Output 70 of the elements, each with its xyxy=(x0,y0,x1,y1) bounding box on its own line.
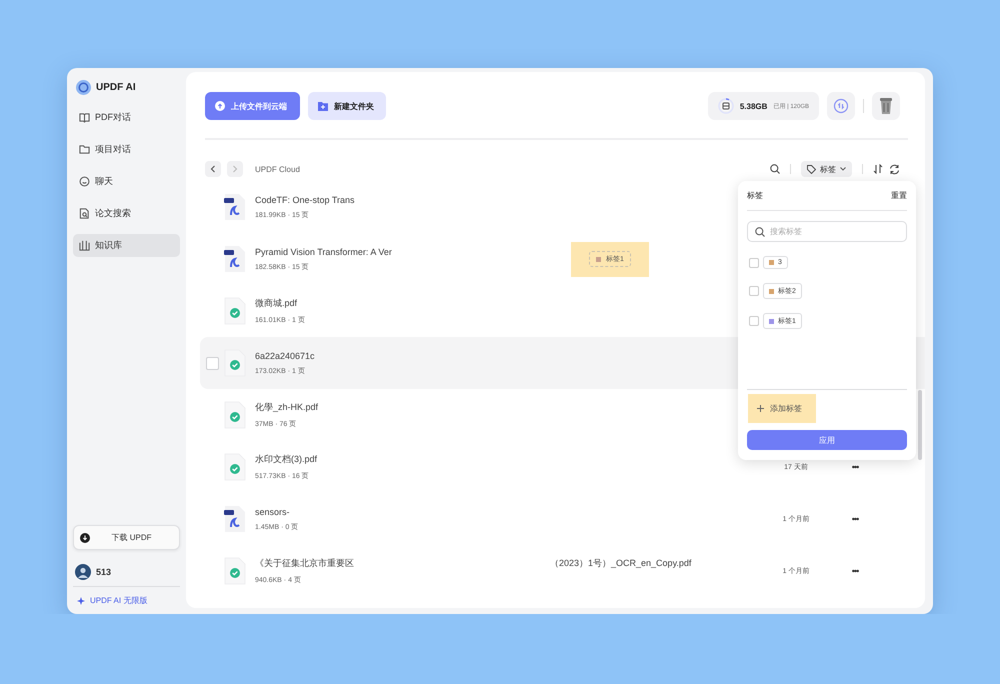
sidebar-item[interactable]: 论文搜索 xyxy=(73,202,180,225)
download-icon xyxy=(80,532,90,542)
forward-button[interactable] xyxy=(227,161,243,177)
sidebar-item[interactable]: 项目对话 xyxy=(73,138,180,161)
tag-filter-dropdown[interactable]: 标签 xyxy=(801,161,852,177)
file-name: 《关于征集北京市重要区 xyxy=(255,557,354,570)
chevron-right-icon xyxy=(232,165,238,173)
plus-icon xyxy=(757,405,764,412)
document-search-icon xyxy=(79,208,90,219)
logo-icon xyxy=(76,80,91,95)
checkbox[interactable] xyxy=(749,258,759,268)
app-logo-text: UPDF AI xyxy=(96,82,136,93)
trash-can-icon xyxy=(879,97,893,115)
refresh-icon[interactable] xyxy=(889,164,900,174)
tag-icon xyxy=(807,164,816,174)
more-button[interactable]: ••• xyxy=(852,462,858,472)
file-name: 水印文档(3).pdf xyxy=(255,453,318,466)
file-name: 化學_zh-HK.pdf xyxy=(255,401,318,414)
sync-button[interactable] xyxy=(827,92,855,120)
sidebar-item[interactable]: 聊天 xyxy=(73,170,180,193)
file-done-icon xyxy=(224,453,246,481)
file-name: （2023）1号）_OCR_en_Copy.pdf xyxy=(550,557,692,570)
chat-icon xyxy=(79,176,90,187)
file-done-icon xyxy=(224,557,246,585)
pdf-file-icon xyxy=(224,193,246,221)
sort-icon[interactable] xyxy=(873,164,883,174)
search-icon xyxy=(755,227,765,237)
file-name: sensors- xyxy=(255,506,290,516)
pdf-file-icon xyxy=(224,505,246,533)
sidebar-item[interactable]: 知识库 xyxy=(73,234,180,257)
library-icon xyxy=(79,240,90,251)
download-button[interactable]: 下载 UPDF xyxy=(73,525,180,550)
avatar[interactable] xyxy=(75,564,91,580)
folder-icon xyxy=(79,144,90,155)
folder-plus-icon xyxy=(318,102,328,110)
plan-link[interactable]: UPDF AI 无限版 xyxy=(73,595,180,606)
search-icon[interactable] xyxy=(770,164,780,174)
checkbox[interactable] xyxy=(206,356,219,370)
user-name: 513 xyxy=(96,567,112,577)
file-name: 6a22a240671c xyxy=(255,350,315,360)
trash-button[interactable] xyxy=(872,92,900,120)
search-field[interactable]: 搜索标签 xyxy=(747,221,907,242)
more-button[interactable]: ••• xyxy=(852,566,858,576)
chevron-left-icon xyxy=(210,165,216,173)
new-folder-button[interactable]: 新建文件夹 xyxy=(308,92,386,120)
sparkle-icon xyxy=(77,596,85,604)
caret-icon xyxy=(840,167,846,171)
book-chat-icon xyxy=(79,112,90,123)
file-done-icon xyxy=(224,401,246,429)
pdf-file-icon xyxy=(224,245,246,273)
sidebar-item[interactable]: PDF对话 xyxy=(73,106,180,129)
sync-icon xyxy=(833,98,849,114)
apply-button[interactable]: 应用 xyxy=(747,430,907,450)
upload-button[interactable]: 上传文件到云端 xyxy=(205,92,300,120)
upload-icon xyxy=(215,101,225,111)
breadcrumb-link[interactable]: UPDF Cloud xyxy=(255,164,300,174)
back-button[interactable] xyxy=(205,161,221,177)
storage-ring-icon xyxy=(718,98,734,114)
add-tag-button[interactable]: 添加标签 xyxy=(748,394,816,423)
scrollbar-thumb[interactable] xyxy=(918,390,922,460)
file-done-icon xyxy=(224,349,246,377)
file-name: 微商城.pdf xyxy=(255,297,298,310)
more-button[interactable]: ••• xyxy=(852,514,858,524)
reset-link[interactable]: 重置 xyxy=(891,190,907,201)
file-done-icon xyxy=(224,297,246,325)
popup-title: 标签 xyxy=(747,190,763,201)
file-name: Pyramid Vision Transformer: A Ver xyxy=(255,246,392,256)
file-name: CodeTF: One-stop Trans xyxy=(255,194,355,204)
checkbox[interactable] xyxy=(749,286,759,296)
checkbox[interactable] xyxy=(749,316,759,326)
